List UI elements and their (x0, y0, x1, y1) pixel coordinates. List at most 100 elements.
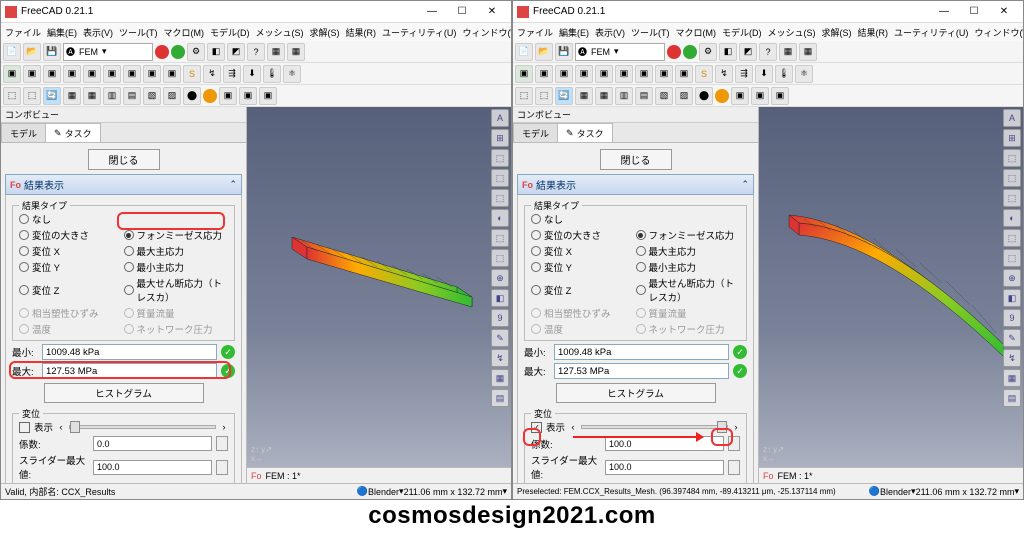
play-icon[interactable] (171, 45, 185, 59)
slider-max-field[interactable]: 100.0 (93, 460, 212, 475)
fem-icon[interactable]: ▣ (23, 65, 41, 83)
view-icon[interactable]: ▣ (219, 87, 237, 105)
fem-icon[interactable]: S (183, 65, 201, 83)
radio-disp-z[interactable] (19, 285, 29, 295)
nav-icon[interactable]: ⬚ (491, 189, 509, 207)
menu-result[interactable]: 結果(R) (344, 26, 379, 39)
view-icon[interactable]: ▦ (63, 87, 81, 105)
menu-edit[interactable]: 編集(E) (45, 26, 79, 39)
close-button[interactable]: ✕ (477, 3, 507, 21)
nav-icon[interactable]: ⬚ (491, 149, 509, 167)
view-icon[interactable]: ▣ (239, 87, 257, 105)
view-icon[interactable]: ⬤ (183, 87, 201, 105)
nav-icon[interactable]: ▦ (491, 369, 509, 387)
menu-solve[interactable]: 求解(S) (308, 26, 342, 39)
max-value-field[interactable]: 127.53 MPa (42, 363, 217, 379)
nav-icon[interactable]: ⬚ (491, 249, 509, 267)
radio-disp-abs[interactable] (19, 230, 29, 240)
minimize-button[interactable]: — (929, 3, 959, 21)
menu-tool[interactable]: ツール(T) (117, 26, 160, 39)
tab-task[interactable]: ✎ タスク (45, 123, 101, 142)
view-icon[interactable]: ⬚ (23, 87, 41, 105)
fem-icon[interactable]: ⬇ (243, 65, 261, 83)
menu-window[interactable]: ウィンドウ(W) (460, 26, 511, 39)
view-icon[interactable]: ▦ (83, 87, 101, 105)
tool-icon[interactable]: ◩ (227, 43, 245, 61)
view-icon[interactable]: ⬚ (3, 87, 21, 105)
fem-icon[interactable]: ▣ (83, 65, 101, 83)
fem-icon[interactable]: ⚛ (283, 65, 301, 83)
open-icon[interactable]: 📂 (23, 43, 41, 61)
nav-icon[interactable]: 9 (491, 309, 509, 327)
fem-icon[interactable]: ▣ (143, 65, 161, 83)
orange-dot-icon[interactable] (203, 89, 217, 103)
show-checkbox-checked[interactable]: ✓ (531, 422, 542, 433)
tool-icon[interactable]: ? (247, 43, 265, 61)
new-icon[interactable]: 📄 (3, 43, 21, 61)
factor-field[interactable]: 0.0 (93, 436, 212, 451)
menu-mesh[interactable]: メッシュ(S) (254, 26, 306, 39)
fem-icon[interactable]: ⇶ (223, 65, 241, 83)
nav-icon[interactable]: ◧ (491, 289, 509, 307)
view-icon[interactable]: ▥ (103, 87, 121, 105)
radio-vonmises[interactable] (124, 230, 134, 240)
radio-minp[interactable] (124, 262, 134, 272)
save-icon[interactable]: 💾 (43, 43, 61, 61)
tab-model[interactable]: モデル (1, 123, 46, 142)
nav-icon[interactable]: ⬚ (491, 169, 509, 187)
radio-shear[interactable] (124, 285, 134, 295)
minimize-button[interactable]: — (417, 3, 447, 21)
disp-slider[interactable] (581, 425, 728, 429)
close-task-button[interactable]: 閉じる (600, 149, 672, 170)
tool-icon[interactable]: ▦ (287, 43, 305, 61)
fem-icon[interactable]: ▣ (3, 65, 21, 83)
radio-none[interactable] (19, 214, 29, 224)
record-icon[interactable] (155, 45, 169, 59)
nav-icon[interactable]: ⊕ (491, 269, 509, 287)
radio-disp-x[interactable] (19, 246, 29, 256)
menu-util[interactable]: ユーティリティ(U) (380, 26, 458, 39)
fem-icon[interactable]: ▣ (103, 65, 121, 83)
fem-icon[interactable]: ▣ (163, 65, 181, 83)
menu-file[interactable]: ファイル (3, 26, 43, 39)
close-task-button[interactable]: 閉じる (88, 149, 160, 170)
view-icon[interactable]: ▣ (259, 87, 277, 105)
show-checkbox[interactable] (19, 422, 30, 433)
fem-icon[interactable]: ↯ (203, 65, 221, 83)
disp-slider[interactable] (69, 425, 216, 429)
view-icon[interactable]: ▤ (123, 87, 141, 105)
stepper[interactable] (216, 436, 228, 451)
nav-icon[interactable]: ▤ (491, 389, 509, 407)
nav-icon[interactable]: A (491, 109, 509, 127)
fem-icon[interactable]: ▣ (43, 65, 61, 83)
viewport[interactable]: A⊞⬚⬚⬚◐⬚⬚⊕◧9✎↯▦▤ z↑ y↗x→ FoFEM : 1* (759, 107, 1023, 483)
nav-icon[interactable]: ⊞ (491, 129, 509, 147)
viewport[interactable]: A ⊞ ⬚ ⬚ ⬚ ◐ ⬚ ⬚ ⊕ ◧ 9 ✎ ↯ ▦ ▤ z↑ y↗x→ (247, 107, 511, 483)
nav-icon[interactable]: ✎ (491, 329, 509, 347)
menu-macro[interactable]: マクロ(M) (162, 26, 207, 39)
tool-icon[interactable]: ◧ (207, 43, 225, 61)
view-icon[interactable]: 🔄 (43, 87, 61, 105)
fem-icon[interactable]: ▣ (123, 65, 141, 83)
maximize-button[interactable]: ☐ (447, 3, 477, 21)
doc-tab[interactable]: FEM : 1* (266, 471, 301, 481)
tool-icon[interactable]: ⚙ (187, 43, 205, 61)
stepper[interactable] (216, 460, 228, 475)
close-button[interactable]: ✕ (989, 3, 1019, 21)
radio-disp-y[interactable] (19, 262, 29, 272)
fem-icon[interactable]: 🌡 (263, 65, 281, 83)
nav-icon[interactable]: ↯ (491, 349, 509, 367)
radio-maxp[interactable] (124, 246, 134, 256)
nav-icon[interactable]: ◐ (491, 209, 509, 227)
tool-icon[interactable]: ▦ (267, 43, 285, 61)
nav-style[interactable]: Blender (368, 487, 399, 497)
min-value-field[interactable]: 1009.48 kPa (42, 344, 217, 360)
workbench-selector[interactable]: 🅐 FEM ▾ (63, 43, 153, 61)
menu-view[interactable]: 表示(V) (81, 26, 115, 39)
nav-icon[interactable]: ⬚ (491, 229, 509, 247)
histogram-button[interactable]: ヒストグラム (44, 383, 204, 403)
view-icon[interactable]: ▨ (163, 87, 181, 105)
maximize-button[interactable]: ☐ (959, 3, 989, 21)
menu-model[interactable]: モデル(D) (208, 26, 252, 39)
view-icon[interactable]: ▧ (143, 87, 161, 105)
